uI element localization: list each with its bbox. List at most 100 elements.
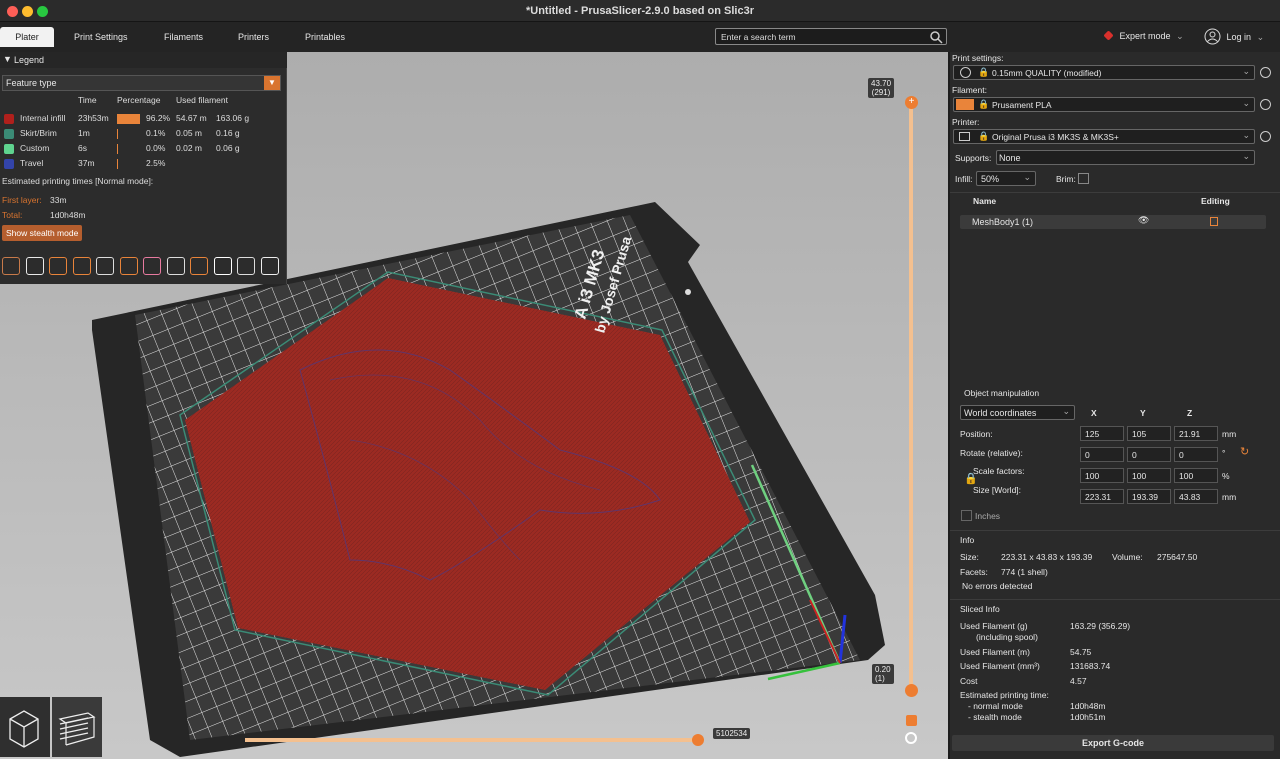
legend-header[interactable]: ▼ Legend [0, 52, 287, 68]
name-column-header: Name [973, 196, 997, 206]
coordinates-select[interactable]: World coordinates ⌄ [960, 405, 1075, 420]
info-facets-label: Facets: [960, 567, 988, 577]
legend-percentage-bar [117, 114, 141, 124]
eye-icon[interactable]: 👁 [1138, 215, 1149, 226]
center-of-gravity-icon[interactable] [213, 257, 232, 275]
object-manipulation-title: Object manipulation [964, 388, 1040, 398]
brim-checkbox[interactable] [1078, 173, 1089, 184]
legend-percentage-bar [117, 129, 118, 139]
preview-button[interactable] [52, 697, 102, 757]
sidebar: Print settings: 🔒 0.15mm QUALITY (modifi… [950, 52, 1280, 759]
rotate-unit: ° [1222, 448, 1226, 458]
legend-item-time: 6s [78, 143, 87, 153]
estimated-times-label: Estimated printing times [Normal mode]: [2, 176, 154, 186]
view-type-value: Feature type [6, 78, 57, 88]
layer-bottom-value: 0.20 [875, 665, 891, 674]
size-y-field[interactable]: 193.39 [1127, 489, 1171, 504]
tab-print-settings[interactable]: Print Settings [60, 27, 142, 47]
tab-printers[interactable]: Printers [224, 27, 283, 47]
tab-plater[interactable]: Plater [0, 27, 54, 47]
position-y-field[interactable]: 105 [1127, 426, 1171, 441]
printer-icon [959, 132, 970, 141]
triangle-down-icon: ▼ [3, 54, 12, 64]
print-settings-select[interactable]: 🔒 0.15mm QUALITY (modified) ⌄ [953, 65, 1255, 80]
export-gcode-button[interactable]: Export G-code [952, 735, 1274, 751]
size-z-field[interactable]: 43.83 [1174, 489, 1218, 504]
inches-checkbox[interactable] [961, 510, 972, 521]
shells-icon[interactable] [237, 257, 255, 275]
3d-view-button[interactable] [0, 697, 50, 757]
object-list-row[interactable]: MeshBody1 (1) 👁 [960, 215, 1266, 229]
chevron-down-icon: ⌄ [1256, 32, 1265, 42]
legend-color-swatch [4, 144, 14, 154]
legend-item-length: 0.02 m [176, 143, 202, 153]
view-type-select[interactable]: Feature type ▼ [2, 75, 281, 91]
mode-selector[interactable]: Expert mode ⌄ [1103, 30, 1184, 42]
filament-gear-icon[interactable] [1260, 99, 1271, 110]
printer-select[interactable]: 🔒 Original Prusa i3 MK3S & MK3S+ ⌄ [953, 129, 1255, 144]
sliced-info-value: 54.75 [1070, 647, 1092, 657]
sliced-info-value: 1d0h51m [1070, 712, 1106, 722]
percentage-header: Percentage [117, 95, 161, 105]
legend-item-time: 37m [78, 158, 95, 168]
sliced-info-label: Estimated printing time: [960, 690, 1049, 700]
layer-slider-top-handle[interactable]: + [905, 96, 918, 109]
position-x-field[interactable]: 125 [1080, 426, 1124, 441]
wipe-icon[interactable] [25, 257, 44, 275]
info-size-value: 223.31 x 43.83 x 193.39 [1001, 552, 1093, 562]
rotate-z-field[interactable]: 0 [1174, 447, 1218, 462]
pause-icon[interactable] [166, 257, 185, 275]
rotate-y-field[interactable]: 0 [1127, 447, 1171, 462]
search-input[interactable]: Enter a search term [715, 28, 947, 45]
move-slider-handle[interactable] [692, 734, 704, 746]
chevron-down-icon: ⌄ [1176, 31, 1184, 41]
show-stealth-mode-button[interactable]: Show stealth mode [2, 225, 83, 241]
reset-rotation-icon[interactable]: ↻ [1240, 445, 1249, 458]
search-icon[interactable] [929, 30, 943, 44]
layers-icon [58, 712, 96, 746]
brim-label: Brim: [1056, 174, 1076, 184]
rotate-x-field[interactable]: 0 [1080, 447, 1124, 462]
rotate-label: Rotate (relative): [960, 448, 1023, 458]
tool-marker-icon[interactable] [260, 257, 279, 275]
color-changes-icon[interactable] [143, 257, 161, 275]
sliced-info-value: 131683.74 [1070, 661, 1111, 671]
seams-icon[interactable] [96, 257, 114, 275]
scale-z-field[interactable]: 100 [1174, 468, 1218, 483]
filament-color-swatch[interactable] [956, 99, 974, 110]
scale-x-field[interactable]: 100 [1080, 468, 1124, 483]
tab-printables[interactable]: Printables [291, 27, 359, 47]
move-slider-track[interactable] [245, 738, 700, 742]
layer-bottom-readout: 0.20 (1) [872, 664, 894, 684]
legend-percentage-bar [117, 144, 118, 154]
cog-icon[interactable] [905, 732, 917, 744]
layer-slider-track[interactable] [909, 104, 913, 692]
deretractions-icon[interactable] [72, 257, 91, 275]
tool-changes-icon[interactable] [119, 257, 138, 275]
legend-item-percentage: 2.5% [146, 158, 166, 168]
supports-label: Supports: [955, 153, 992, 163]
filament-value: Prusament PLA [992, 100, 1052, 110]
lock-icon[interactable] [906, 715, 917, 726]
sliced-info-value: 1d0h48m [1070, 701, 1106, 711]
retractions-icon[interactable] [49, 257, 67, 275]
time-header: Time [78, 95, 97, 105]
scale-y-field[interactable]: 100 [1127, 468, 1171, 483]
size-x-field[interactable]: 223.31 [1080, 489, 1124, 504]
login-button[interactable]: Log in ⌄ [1204, 28, 1264, 45]
legend-percentage-bar [117, 159, 118, 169]
edit-icon[interactable] [1210, 217, 1218, 226]
legend-item-name: Custom [20, 143, 50, 153]
print-settings-gear-icon[interactable] [1260, 67, 1271, 78]
supports-select[interactable]: None ⌄ [996, 150, 1255, 165]
custom-gcode-icon[interactable] [190, 257, 208, 275]
layer-slider-bottom-handle[interactable] [905, 684, 918, 697]
infill-select[interactable]: 50% ⌄ [976, 171, 1036, 186]
travel-icon[interactable] [2, 257, 20, 275]
position-z-field[interactable]: 21.91 [1174, 426, 1218, 441]
tab-filaments[interactable]: Filaments [150, 27, 217, 47]
total-label: Total: [2, 210, 23, 220]
filament-select[interactable]: 🔒 Prusament PLA ⌄ [953, 97, 1255, 112]
legend-item-weight: 163.06 g [216, 113, 250, 123]
printer-gear-icon[interactable] [1260, 131, 1271, 142]
